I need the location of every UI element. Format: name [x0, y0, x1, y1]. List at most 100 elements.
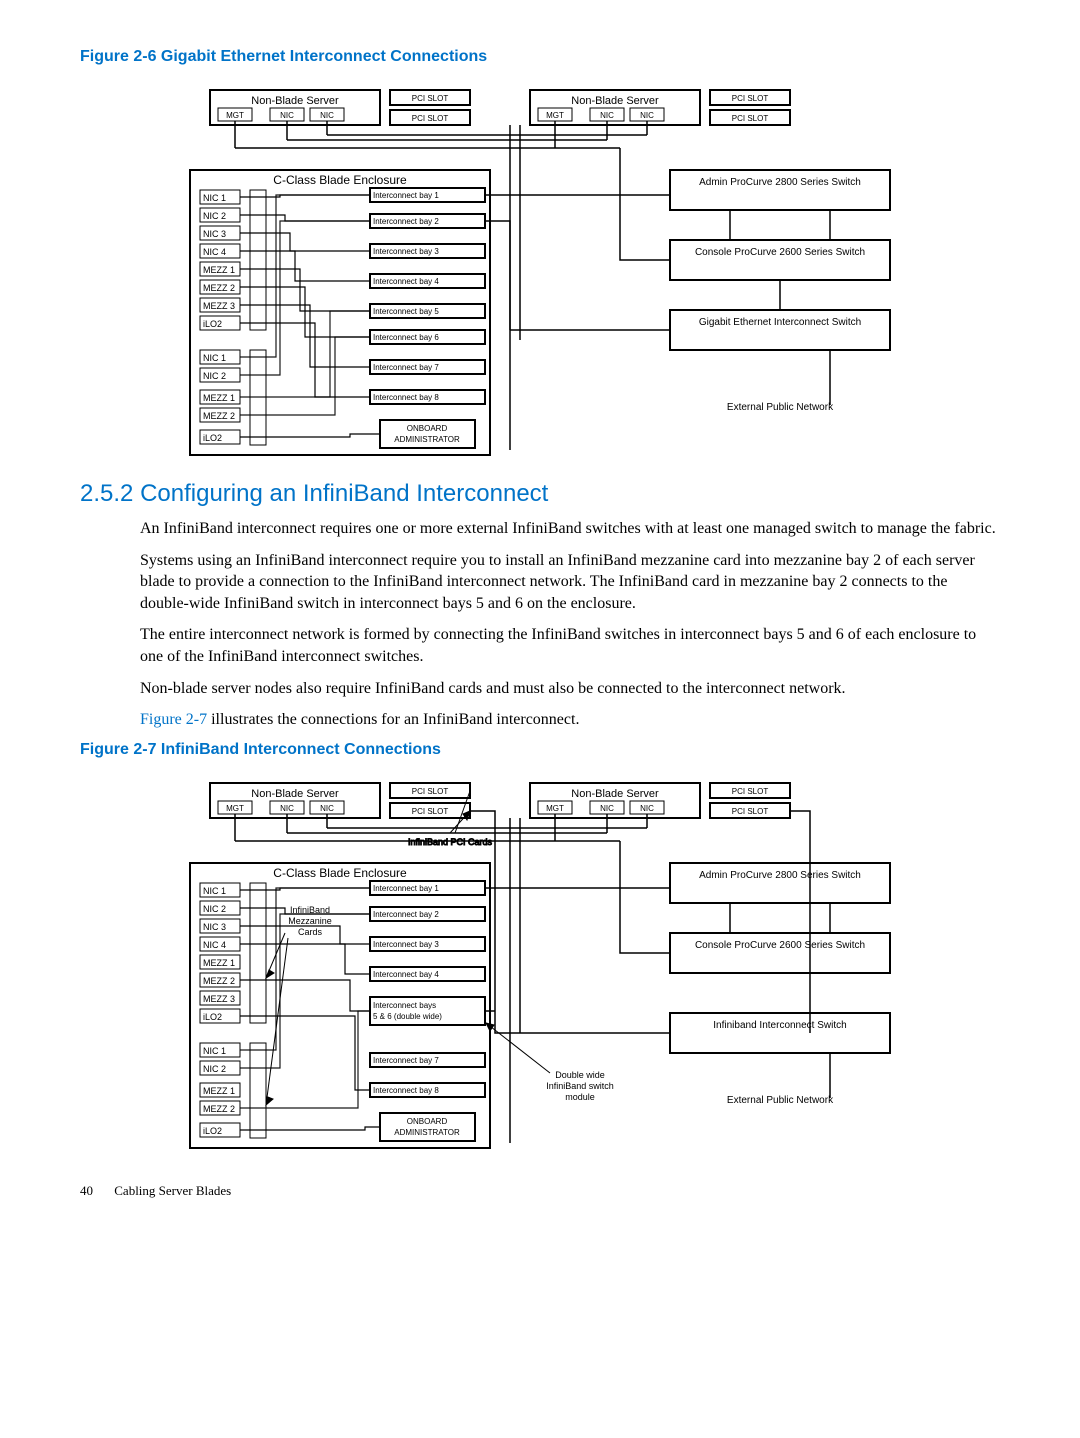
svg-text:iLO2: iLO2: [203, 319, 222, 329]
svg-text:MEZZ 2: MEZZ 2: [203, 411, 235, 421]
svg-text:Interconnect bay 3: Interconnect bay 3: [373, 247, 439, 256]
svg-text:iLO2: iLO2: [203, 1012, 222, 1022]
svg-text:MEZZ 1: MEZZ 1: [203, 393, 235, 403]
svg-text:NIC 3: NIC 3: [203, 922, 226, 932]
svg-text:MEZZ 1: MEZZ 1: [203, 958, 235, 968]
svg-text:PCI SLOT: PCI SLOT: [732, 114, 769, 123]
svg-text:Interconnect bays: Interconnect bays: [373, 1001, 436, 1010]
svg-text:MEZZ 2: MEZZ 2: [203, 283, 235, 293]
svg-text:PCI SLOT: PCI SLOT: [732, 787, 769, 796]
svg-text:Interconnect bay 1: Interconnect bay 1: [373, 191, 439, 200]
svg-text:module: module: [565, 1092, 595, 1102]
page-number: 40: [80, 1183, 93, 1198]
paragraph-2: Systems using an InfiniBand interconnect…: [140, 550, 1000, 615]
paragraph-3: The entire interconnect network is forme…: [140, 624, 1000, 667]
svg-text:NIC 1: NIC 1: [203, 193, 226, 203]
svg-text:MEZZ 2: MEZZ 2: [203, 976, 235, 986]
svg-text:NIC: NIC: [600, 804, 614, 813]
svg-text:C-Class Blade Enclosure: C-Class Blade Enclosure: [273, 173, 407, 187]
section-number: 2.5.2: [80, 480, 133, 507]
svg-text:Mezzanine: Mezzanine: [288, 916, 332, 926]
svg-text:ADMINISTRATOR: ADMINISTRATOR: [394, 1128, 460, 1137]
svg-text:Non-Blade Server: Non-Blade Server: [571, 788, 659, 800]
figure-2-7-diagram: Non-Blade Server MGT NIC NIC PCI SLOT PC…: [180, 773, 900, 1153]
svg-text:InfiniBand PCI Cards: InfiniBand PCI Cards: [408, 837, 493, 847]
svg-text:NIC: NIC: [600, 111, 614, 120]
svg-text:PCI SLOT: PCI SLOT: [732, 94, 769, 103]
svg-text:5 & 6 (double wide): 5 & 6 (double wide): [373, 1012, 442, 1021]
svg-text:ONBOARD: ONBOARD: [407, 1117, 448, 1126]
svg-text:Console ProCurve 2600 Series S: Console ProCurve 2600 Series Switch: [695, 940, 865, 951]
svg-text:MEZZ 3: MEZZ 3: [203, 301, 235, 311]
svg-text:NIC: NIC: [280, 111, 294, 120]
svg-text:Non-Blade Server: Non-Blade Server: [251, 788, 339, 800]
svg-text:MGT: MGT: [546, 804, 564, 813]
svg-text:Gigabit Ethernet Interconnect: Gigabit Ethernet Interconnect Switch: [699, 317, 861, 328]
section-title: Configuring an InfiniBand Interconnect: [140, 480, 548, 507]
svg-text:PCI SLOT: PCI SLOT: [412, 787, 449, 796]
svg-text:iLO2: iLO2: [203, 1126, 222, 1136]
svg-text:Interconnect bay 8: Interconnect bay 8: [373, 393, 439, 402]
svg-text:MEZZ 1: MEZZ 1: [203, 1086, 235, 1096]
svg-text:NIC: NIC: [320, 111, 334, 120]
svg-text:Interconnect bay 3: Interconnect bay 3: [373, 940, 439, 949]
svg-text:NIC 4: NIC 4: [203, 247, 226, 257]
svg-text:NIC 3: NIC 3: [203, 229, 226, 239]
paragraph-4: Non-blade server nodes also require Infi…: [140, 678, 1000, 700]
svg-text:iLO2: iLO2: [203, 433, 222, 443]
chapter-title: Cabling Server Blades: [114, 1183, 231, 1198]
svg-text:PCI SLOT: PCI SLOT: [412, 807, 449, 816]
svg-text:Interconnect bay 8: Interconnect bay 8: [373, 1086, 439, 1095]
svg-text:Interconnect bay 1: Interconnect bay 1: [373, 884, 439, 893]
svg-text:Interconnect bay 4: Interconnect bay 4: [373, 277, 439, 286]
svg-text:ADMINISTRATOR: ADMINISTRATOR: [394, 435, 460, 444]
svg-text:Interconnect bay 2: Interconnect bay 2: [373, 910, 439, 919]
svg-text:MEZZ 2: MEZZ 2: [203, 1104, 235, 1114]
svg-text:PCI SLOT: PCI SLOT: [412, 94, 449, 103]
svg-text:Cards: Cards: [298, 927, 323, 937]
svg-text:NIC 1: NIC 1: [203, 1046, 226, 1056]
section-heading: 2.5.2 Configuring an InfiniBand Intercon…: [80, 480, 1000, 508]
svg-text:NIC: NIC: [640, 804, 654, 813]
paragraph-5-rest: illustrates the connections for an Infin…: [207, 711, 579, 728]
svg-text:Interconnect bay 6: Interconnect bay 6: [373, 333, 439, 342]
svg-text:NIC: NIC: [640, 111, 654, 120]
page: Figure 2-6 Gigabit Ethernet Interconnect…: [0, 0, 1080, 1229]
svg-text:Non-Blade Server: Non-Blade Server: [571, 95, 659, 107]
svg-text:InfiniBand switch: InfiniBand switch: [546, 1081, 614, 1091]
figure-2-7-title: Figure 2-7 InfiniBand Interconnect Conne…: [80, 741, 1000, 759]
paragraph-5: Figure 2-7 illustrates the connections f…: [140, 709, 1000, 731]
svg-text:Console ProCurve 2600 Series S: Console ProCurve 2600 Series Switch: [695, 247, 865, 258]
svg-text:Interconnect bay 7: Interconnect bay 7: [373, 363, 439, 372]
svg-text:NIC 2: NIC 2: [203, 1064, 226, 1074]
page-footer: 40 Cabling Server Blades: [80, 1183, 1000, 1199]
figure-2-7-link[interactable]: Figure 2-7: [140, 711, 207, 728]
svg-text:NIC 4: NIC 4: [203, 940, 226, 950]
svg-text:PCI SLOT: PCI SLOT: [412, 114, 449, 123]
svg-text:Interconnect bay 4: Interconnect bay 4: [373, 970, 439, 979]
svg-text:Double wide: Double wide: [555, 1070, 605, 1080]
svg-text:C-Class Blade Enclosure: C-Class Blade Enclosure: [273, 866, 407, 880]
svg-text:NIC: NIC: [280, 804, 294, 813]
svg-text:MGT: MGT: [546, 111, 564, 120]
svg-text:MEZZ 3: MEZZ 3: [203, 994, 235, 1004]
svg-text:Admin ProCurve 2800 Series Swi: Admin ProCurve 2800 Series Switch: [699, 870, 861, 881]
svg-text:Interconnect bay 5: Interconnect bay 5: [373, 307, 439, 316]
svg-text:NIC 2: NIC 2: [203, 371, 226, 381]
svg-text:Admin ProCurve 2800 Series Swi: Admin ProCurve 2800 Series Switch: [699, 177, 861, 188]
svg-text:External Public Network: External Public Network: [727, 402, 834, 413]
svg-text:NIC 2: NIC 2: [203, 904, 226, 914]
svg-text:Interconnect bay 7: Interconnect bay 7: [373, 1056, 439, 1065]
svg-text:External Public Network: External Public Network: [727, 1095, 834, 1106]
figure-2-6-diagram: Non-Blade Server MGT NIC NIC PCI SLOT PC…: [180, 80, 900, 460]
paragraph-1: An InfiniBand interconnect requires one …: [140, 518, 1000, 540]
svg-text:MGT: MGT: [226, 804, 244, 813]
svg-text:PCI SLOT: PCI SLOT: [732, 807, 769, 816]
svg-text:NIC 1: NIC 1: [203, 886, 226, 896]
svg-text:NIC 1: NIC 1: [203, 353, 226, 363]
svg-text:Non-Blade Server: Non-Blade Server: [251, 95, 339, 107]
svg-text:NIC: NIC: [320, 804, 334, 813]
svg-text:MEZZ 1: MEZZ 1: [203, 265, 235, 275]
svg-text:Interconnect bay 2: Interconnect bay 2: [373, 217, 439, 226]
svg-text:Infiniband Interconnect Switch: Infiniband Interconnect Switch: [713, 1020, 846, 1031]
